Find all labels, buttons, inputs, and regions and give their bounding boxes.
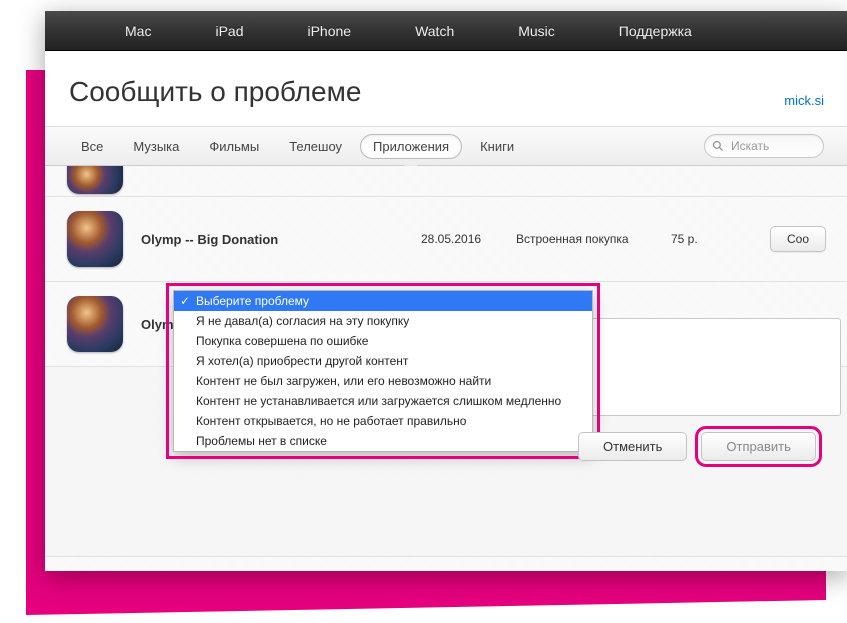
search-wrapper: [704, 134, 824, 158]
list-item: Olymp -- Big Donation 28.05.2016 Встроен…: [45, 197, 847, 282]
dropdown-option[interactable]: Контент открывается, но не работает прав…: [174, 411, 592, 431]
dropdown-option[interactable]: Я хотел(а) приобрести другой контент: [174, 351, 592, 371]
dropdown-option[interactable]: Контент не был загружен, или его невозмо…: [174, 371, 592, 391]
dropdown-option[interactable]: Проблемы нет в списке: [174, 431, 592, 451]
purchase-price: 75 p.: [671, 232, 746, 246]
tab-music[interactable]: Музыка: [121, 135, 191, 158]
topnav-iphone[interactable]: iPhone: [275, 23, 383, 39]
purchase-type: Встроенная покупка: [516, 232, 671, 246]
report-button[interactable]: Соо: [770, 226, 826, 252]
topnav-watch[interactable]: Watch: [383, 23, 486, 39]
purchase-list: Olymp -- Big Donation 28.05.2016 Встроен…: [45, 166, 847, 571]
action-buttons: Отменить Отправить: [578, 432, 816, 461]
topnav-music[interactable]: Music: [486, 23, 587, 39]
cancel-button[interactable]: Отменить: [578, 432, 687, 461]
dropdown-option[interactable]: Я не давал(а) согласия на эту покупку: [174, 311, 592, 331]
tab-apps[interactable]: Приложения: [360, 134, 462, 159]
app-name: Olymp -- Big Donation: [141, 232, 421, 247]
top-navigation: Mac iPad iPhone Watch Music Поддержка: [45, 11, 847, 51]
problem-panel: Выберите проблему Я не давал(а) согласия…: [173, 290, 843, 452]
tab-tvshows[interactable]: Телешоу: [277, 135, 354, 158]
page-header: Сообщить о проблеме mick.si: [45, 51, 847, 126]
tab-books[interactable]: Книги: [468, 135, 526, 158]
user-account-link[interactable]: mick.si: [784, 93, 824, 108]
topnav-support[interactable]: Поддержка: [587, 23, 724, 39]
app-info: Olymp -- Big Donation 28.05.2016 Встроен…: [141, 232, 770, 247]
topnav-mac[interactable]: Mac: [65, 23, 183, 39]
dropdown-option-placeholder[interactable]: Выберите проблему: [174, 291, 592, 311]
app-window: Mac iPad iPhone Watch Music Поддержка Со…: [45, 11, 847, 571]
tab-all[interactable]: Все: [69, 135, 115, 158]
app-icon: [67, 211, 123, 267]
tab-movies[interactable]: Фильмы: [197, 135, 271, 158]
list-item-partial: [45, 166, 847, 197]
search-input[interactable]: [704, 134, 824, 158]
list-item: Zapya - Best file transfer tool Lindong …: [45, 557, 847, 571]
dropdown-option[interactable]: Контент не устанавливается или загружает…: [174, 391, 592, 411]
tabs-group: Все Музыка Фильмы Телешоу Приложения Кни…: [69, 134, 526, 159]
page-title: Сообщить о проблеме: [69, 76, 361, 108]
app-icon: [67, 296, 123, 352]
dropdown-option[interactable]: Покупка совершена по ошибке: [174, 331, 592, 351]
purchase-date: 28.05.2016: [421, 232, 516, 246]
problem-select-dropdown[interactable]: Выберите проблему Я не давал(а) согласия…: [173, 290, 593, 452]
app-icon: [67, 166, 123, 194]
tabs-bar: Все Музыка Фильмы Телешоу Приложения Кни…: [45, 126, 847, 166]
topnav-ipad[interactable]: iPad: [183, 23, 275, 39]
submit-button[interactable]: Отправить: [701, 432, 815, 461]
